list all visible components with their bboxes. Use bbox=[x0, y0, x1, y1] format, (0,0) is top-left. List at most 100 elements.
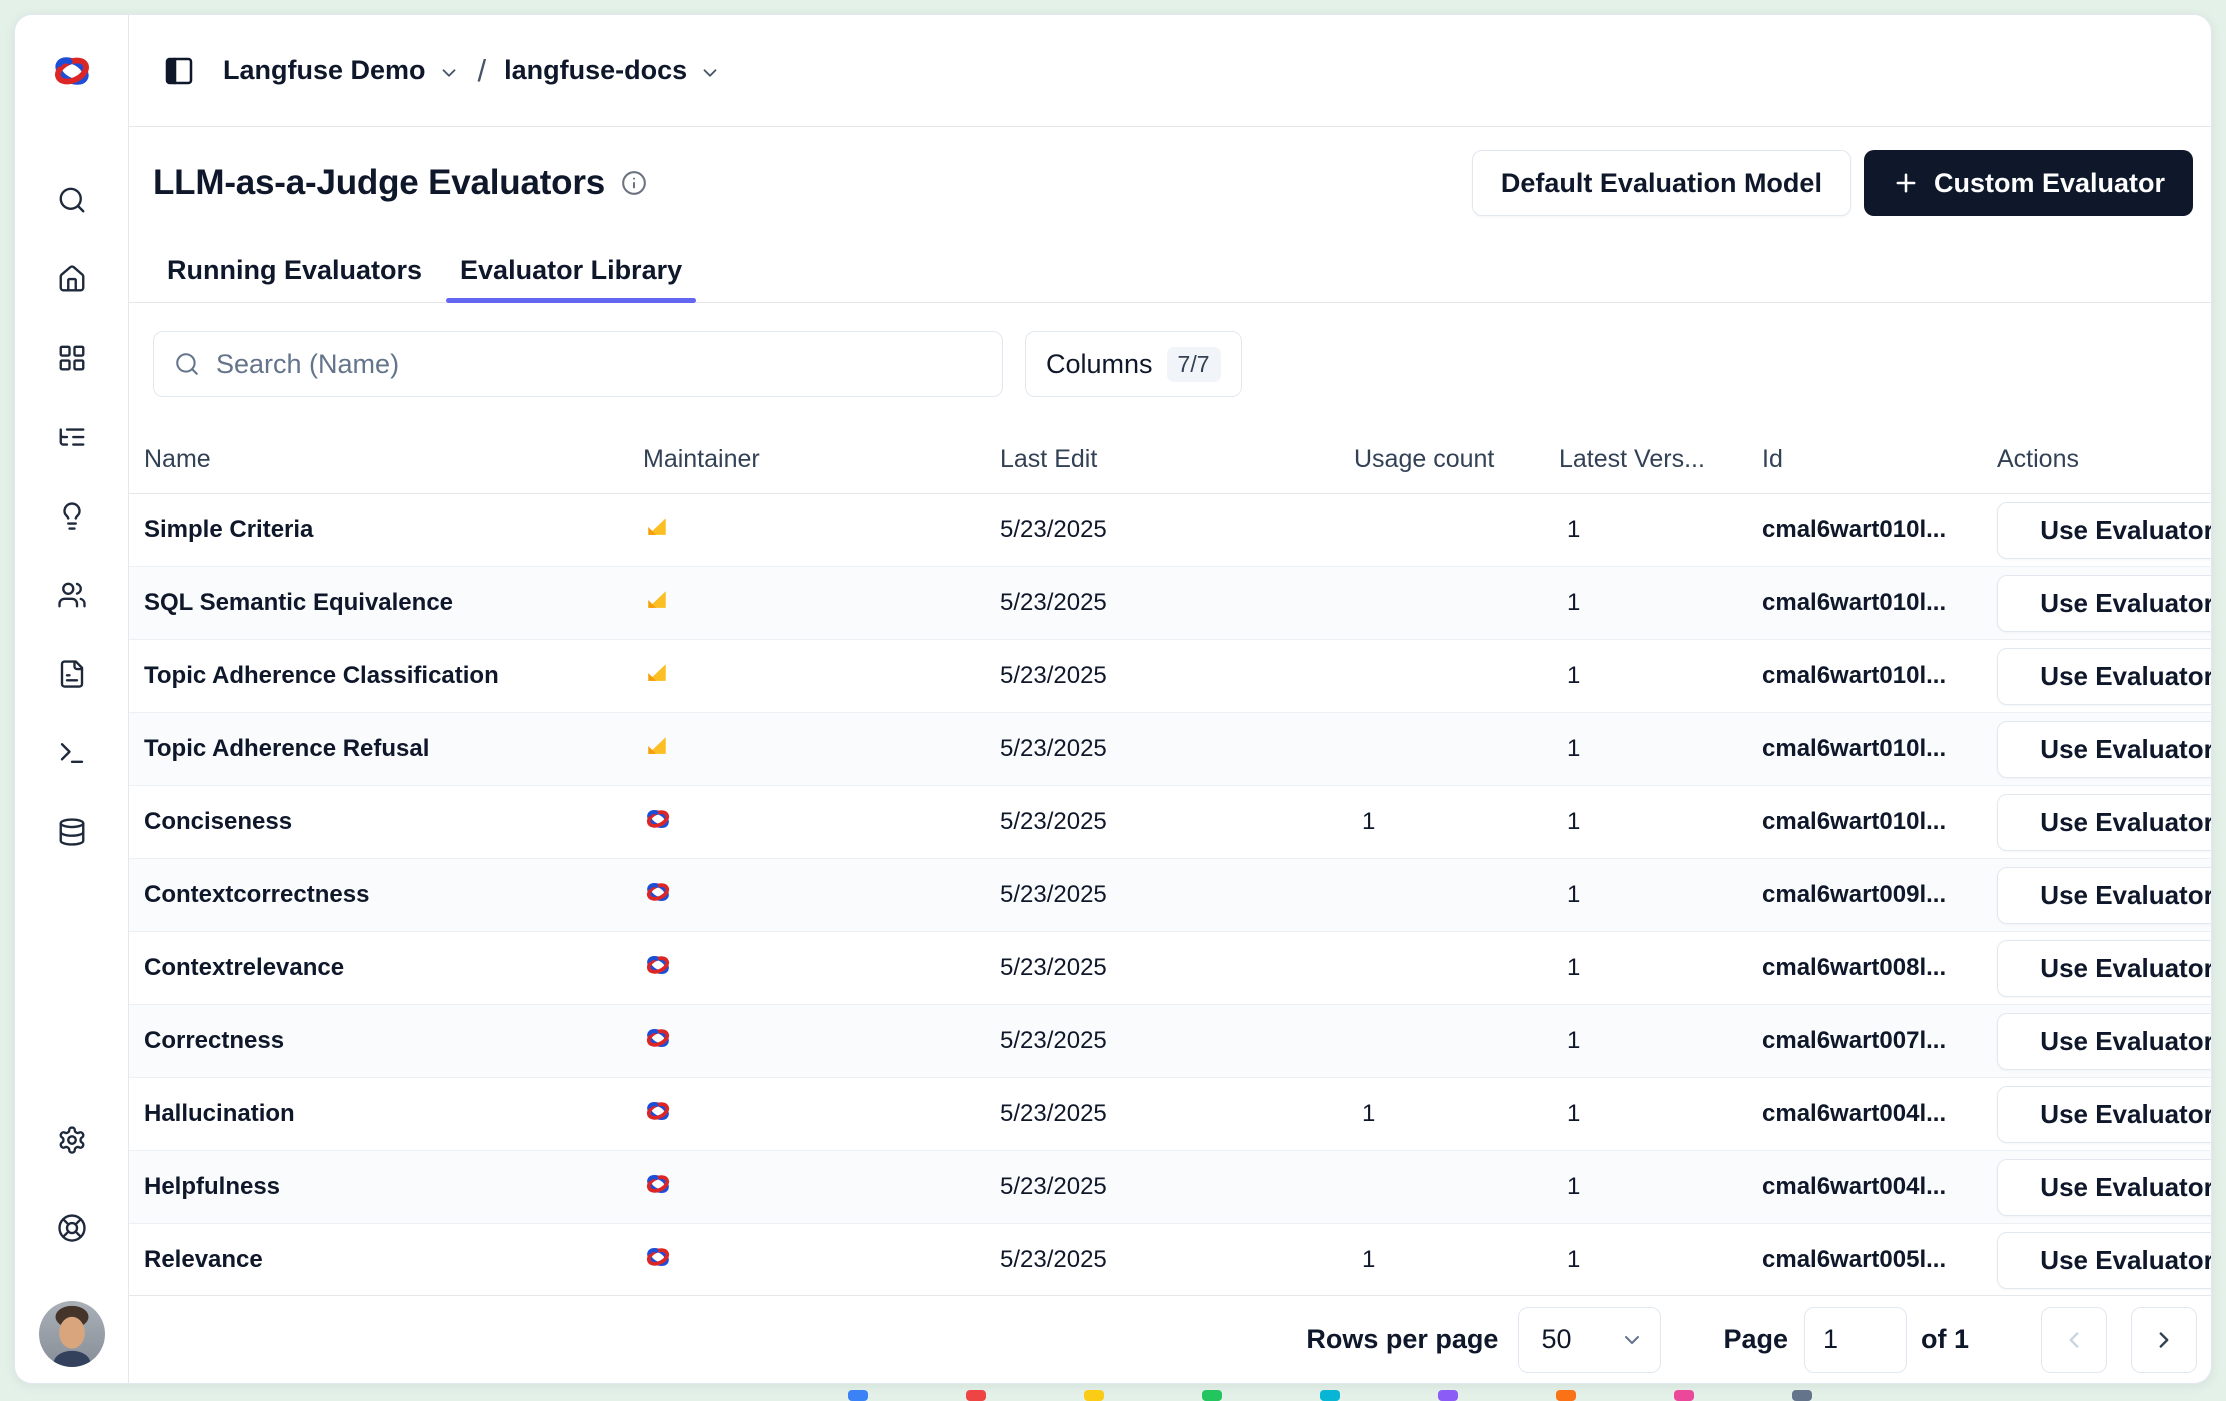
default-evaluation-model-button[interactable]: Default Evaluation Model bbox=[1472, 150, 1851, 216]
info-icon[interactable] bbox=[621, 170, 647, 196]
custom-evaluator-button[interactable]: Custom Evaluator bbox=[1864, 150, 2193, 216]
use-evaluator-button[interactable]: Use Evaluator bbox=[1997, 940, 2211, 997]
tab-running-evaluators[interactable]: Running Evaluators bbox=[153, 239, 436, 302]
table-row[interactable]: Correctness5/23/20251cmal6wart007l...Use… bbox=[129, 1005, 2211, 1078]
table-row[interactable]: Hallucination5/23/202511cmal6wart004l...… bbox=[129, 1078, 2211, 1151]
evaluators-table: Name Maintainer Last Edit Usage count La… bbox=[129, 425, 2211, 1295]
use-evaluator-button[interactable]: Use Evaluator bbox=[1997, 575, 2211, 632]
table-row[interactable]: Contextcorrectness5/23/20251cmal6wart009… bbox=[129, 859, 2211, 932]
latest-version-value: 1 bbox=[1559, 662, 1762, 690]
document-icon[interactable] bbox=[57, 659, 87, 689]
plus-icon bbox=[1892, 169, 1920, 197]
latest-version-value: 1 bbox=[1559, 516, 1762, 544]
search-icon bbox=[174, 351, 200, 377]
columns-button[interactable]: Columns 7/7 bbox=[1025, 331, 1242, 397]
dock-app-fragment bbox=[966, 1390, 986, 1401]
chevron-left-icon bbox=[2061, 1327, 2087, 1353]
user-avatar[interactable] bbox=[39, 1301, 105, 1367]
langfuse-logo-icon bbox=[643, 1023, 673, 1053]
last-edit-date: 5/23/2025 bbox=[1000, 881, 1354, 909]
page-label: Page bbox=[1723, 1324, 1788, 1355]
database-icon[interactable] bbox=[57, 817, 87, 847]
table-row[interactable]: Conciseness5/23/202511cmal6wart010l...Us… bbox=[129, 786, 2211, 859]
use-evaluator-button[interactable]: Use Evaluator bbox=[1997, 794, 2211, 851]
dock-app-fragment bbox=[1084, 1390, 1104, 1401]
column-header-usage-count: Usage count bbox=[1354, 445, 1559, 474]
latest-version-value: 1 bbox=[1559, 881, 1762, 909]
use-evaluator-button[interactable]: Use Evaluator bbox=[1997, 1159, 2211, 1216]
lightbulb-icon[interactable] bbox=[57, 501, 87, 531]
table-row[interactable]: Simple Criteria5/23/20251cmal6wart010l..… bbox=[129, 494, 2211, 567]
org-name: Langfuse Demo bbox=[223, 55, 426, 86]
maintainer-cell bbox=[643, 1169, 1000, 1206]
latest-version-value: 1 bbox=[1559, 954, 1762, 982]
table-row[interactable]: Topic Adherence Classification5/23/20251… bbox=[129, 640, 2211, 713]
maintainer-cell bbox=[643, 950, 1000, 987]
actions-cell: Use Evaluator bbox=[1997, 1086, 2211, 1143]
evaluator-id: cmal6wart008l... bbox=[1762, 954, 1997, 982]
langfuse-logo-icon bbox=[643, 1242, 673, 1272]
evaluator-id: cmal6wart010l... bbox=[1762, 808, 1997, 836]
ragas-logo-icon bbox=[643, 513, 671, 541]
use-evaluator-button[interactable]: Use Evaluator bbox=[1997, 721, 2211, 778]
search-box bbox=[153, 331, 1003, 397]
langfuse-logo-icon bbox=[643, 950, 673, 980]
home-icon[interactable] bbox=[57, 264, 87, 294]
page-title: LLM-as-a-Judge Evaluators bbox=[153, 163, 605, 203]
last-edit-date: 5/23/2025 bbox=[1000, 1246, 1354, 1274]
page-number-input[interactable] bbox=[1804, 1307, 1907, 1373]
evaluator-name: SQL Semantic Equivalence bbox=[144, 589, 643, 617]
rows-per-page-select[interactable]: 50 bbox=[1518, 1307, 1661, 1373]
latest-version-value: 1 bbox=[1559, 1173, 1762, 1201]
usage-count-value: 1 bbox=[1354, 1246, 1559, 1274]
topbar: Langfuse Demo / langfuse-docs bbox=[129, 15, 2211, 127]
table-body: Simple Criteria5/23/20251cmal6wart010l..… bbox=[129, 494, 2211, 1295]
evaluator-name: Relevance bbox=[144, 1246, 643, 1274]
chevron-right-icon bbox=[2151, 1327, 2177, 1353]
table-row[interactable]: Topic Adherence Refusal5/23/20251cmal6wa… bbox=[129, 713, 2211, 786]
previous-page-button[interactable] bbox=[2041, 1307, 2107, 1373]
search-icon[interactable] bbox=[57, 185, 87, 215]
evaluator-id: cmal6wart010l... bbox=[1762, 516, 1997, 544]
latest-version-value: 1 bbox=[1559, 589, 1762, 617]
maintainer-cell bbox=[643, 659, 1000, 694]
dashboards-grid-icon[interactable] bbox=[57, 343, 87, 373]
column-header-latest-version: Latest Vers... bbox=[1559, 445, 1762, 474]
langfuse-logo-icon bbox=[643, 804, 673, 834]
actions-cell: Use Evaluator bbox=[1997, 648, 2211, 705]
evaluator-id: cmal6wart005l... bbox=[1762, 1246, 1997, 1274]
dock-app-fragment bbox=[1320, 1390, 1340, 1401]
use-evaluator-button[interactable]: Use Evaluator bbox=[1997, 1232, 2211, 1289]
column-header-name: Name bbox=[144, 445, 643, 474]
settings-gear-icon[interactable] bbox=[57, 1125, 87, 1155]
column-header-maintainer: Maintainer bbox=[643, 445, 1000, 474]
last-edit-date: 5/23/2025 bbox=[1000, 1100, 1354, 1128]
use-evaluator-button[interactable]: Use Evaluator bbox=[1997, 867, 2211, 924]
use-evaluator-button[interactable]: Use Evaluator bbox=[1997, 502, 2211, 559]
table-row[interactable]: Helpfulness5/23/20251cmal6wart004l...Use… bbox=[129, 1151, 2211, 1224]
support-lifebuoy-icon[interactable] bbox=[57, 1213, 87, 1243]
search-input[interactable] bbox=[216, 349, 982, 380]
tracing-list-tree-icon[interactable] bbox=[57, 422, 87, 452]
sidebar-toggle-icon[interactable] bbox=[163, 55, 195, 87]
project-switcher[interactable]: langfuse-docs bbox=[504, 55, 721, 86]
table-header-row: Name Maintainer Last Edit Usage count La… bbox=[129, 425, 2211, 494]
use-evaluator-button[interactable]: Use Evaluator bbox=[1997, 1013, 2211, 1070]
users-icon[interactable] bbox=[57, 580, 87, 610]
table-row[interactable]: SQL Semantic Equivalence5/23/20251cmal6w… bbox=[129, 567, 2211, 640]
evaluator-name: Hallucination bbox=[144, 1100, 643, 1128]
terminal-icon[interactable] bbox=[57, 738, 87, 768]
use-evaluator-button[interactable]: Use Evaluator bbox=[1997, 1086, 2211, 1143]
next-page-button[interactable] bbox=[2131, 1307, 2197, 1373]
org-switcher[interactable]: Langfuse Demo bbox=[223, 55, 460, 86]
columns-count-badge: 7/7 bbox=[1167, 347, 1221, 382]
tab-evaluator-library[interactable]: Evaluator Library bbox=[446, 239, 696, 302]
table-row[interactable]: Contextrelevance5/23/20251cmal6wart008l.… bbox=[129, 932, 2211, 1005]
use-evaluator-button[interactable]: Use Evaluator bbox=[1997, 648, 2211, 705]
evaluator-name: Contextcorrectness bbox=[144, 881, 643, 909]
langfuse-logo-icon[interactable] bbox=[15, 15, 128, 127]
table-row[interactable]: Relevance5/23/202511cmal6wart005l...Use … bbox=[129, 1224, 2211, 1295]
evaluator-id: cmal6wart004l... bbox=[1762, 1100, 1997, 1128]
sidebar bbox=[15, 15, 129, 1383]
actions-cell: Use Evaluator bbox=[1997, 1159, 2211, 1216]
